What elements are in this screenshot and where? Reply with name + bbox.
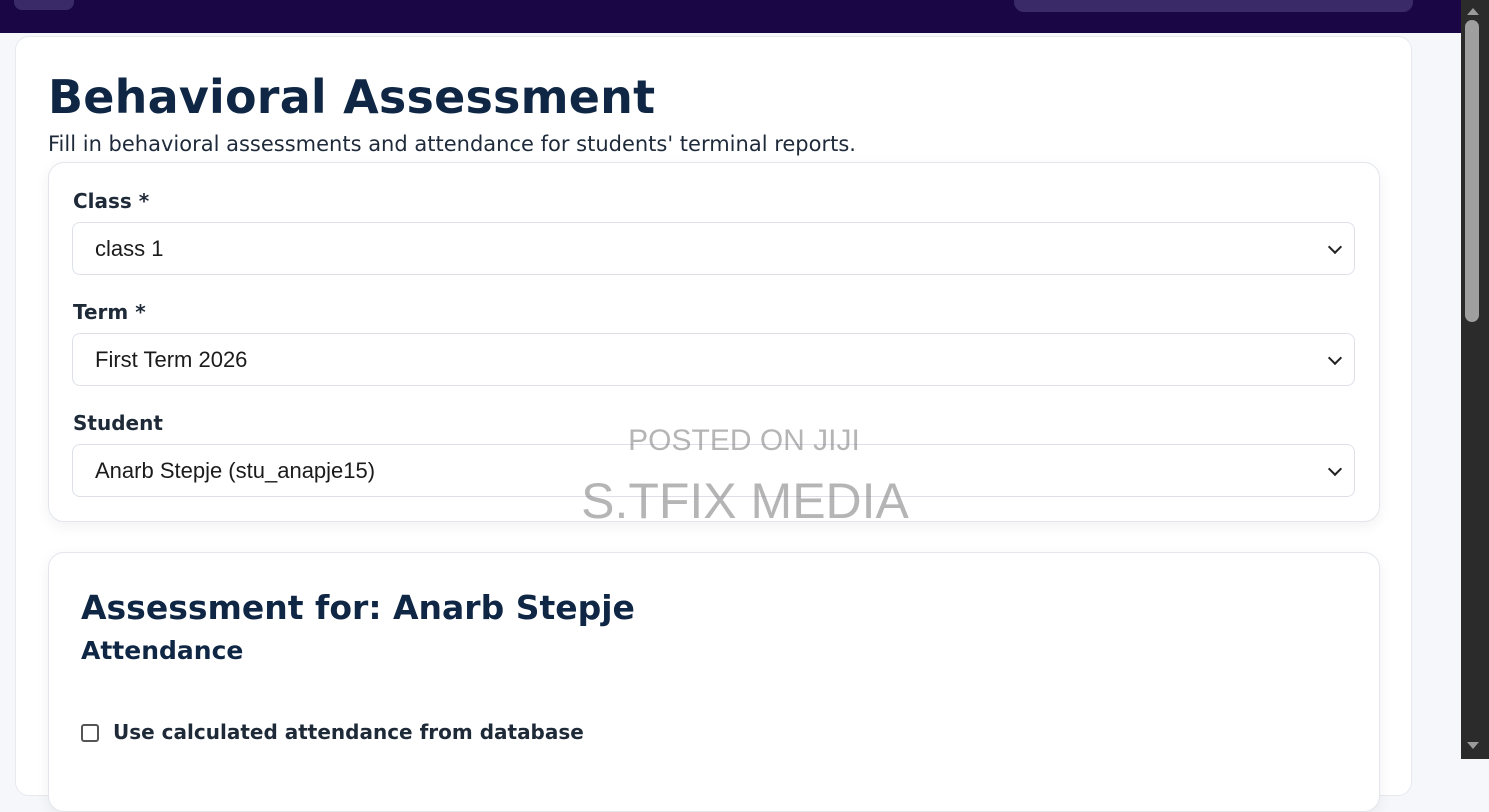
student-select[interactable]: Anarb Stepje (stu_anapje15) xyxy=(72,444,1355,497)
student-select-value: Anarb Stepje (stu_anapje15) xyxy=(95,457,376,483)
term-select-value: First Term 2026 xyxy=(95,346,248,372)
search-bar[interactable] xyxy=(1014,0,1413,12)
use-calculated-attendance-label[interactable]: Use calculated attendance from database xyxy=(113,720,584,744)
menu-button[interactable] xyxy=(14,0,74,10)
term-select[interactable]: First Term 2026 xyxy=(72,333,1355,386)
student-label: Student xyxy=(73,411,163,435)
scroll-down-arrow-icon[interactable] xyxy=(1467,742,1479,749)
use-calculated-attendance-checkbox[interactable] xyxy=(81,724,99,742)
chevron-down-icon xyxy=(1327,461,1343,477)
scroll-up-arrow-icon[interactable] xyxy=(1467,8,1479,15)
class-select[interactable]: class 1 xyxy=(72,222,1355,275)
assessment-title: Assessment for: Anarb Stepje xyxy=(81,588,635,627)
term-label: Term * xyxy=(73,300,146,324)
class-select-value: class 1 xyxy=(95,235,164,261)
page-title: Behavioral Assessment xyxy=(48,70,656,124)
class-label: Class * xyxy=(73,189,150,213)
top-navigation-bar xyxy=(0,0,1461,33)
page-subtitle: Fill in behavioral assessments and atten… xyxy=(48,132,856,156)
chevron-down-icon xyxy=(1327,239,1343,255)
chevron-down-icon xyxy=(1327,350,1343,366)
scrollbar-thumb[interactable] xyxy=(1465,20,1479,322)
attendance-heading: Attendance xyxy=(81,636,244,665)
